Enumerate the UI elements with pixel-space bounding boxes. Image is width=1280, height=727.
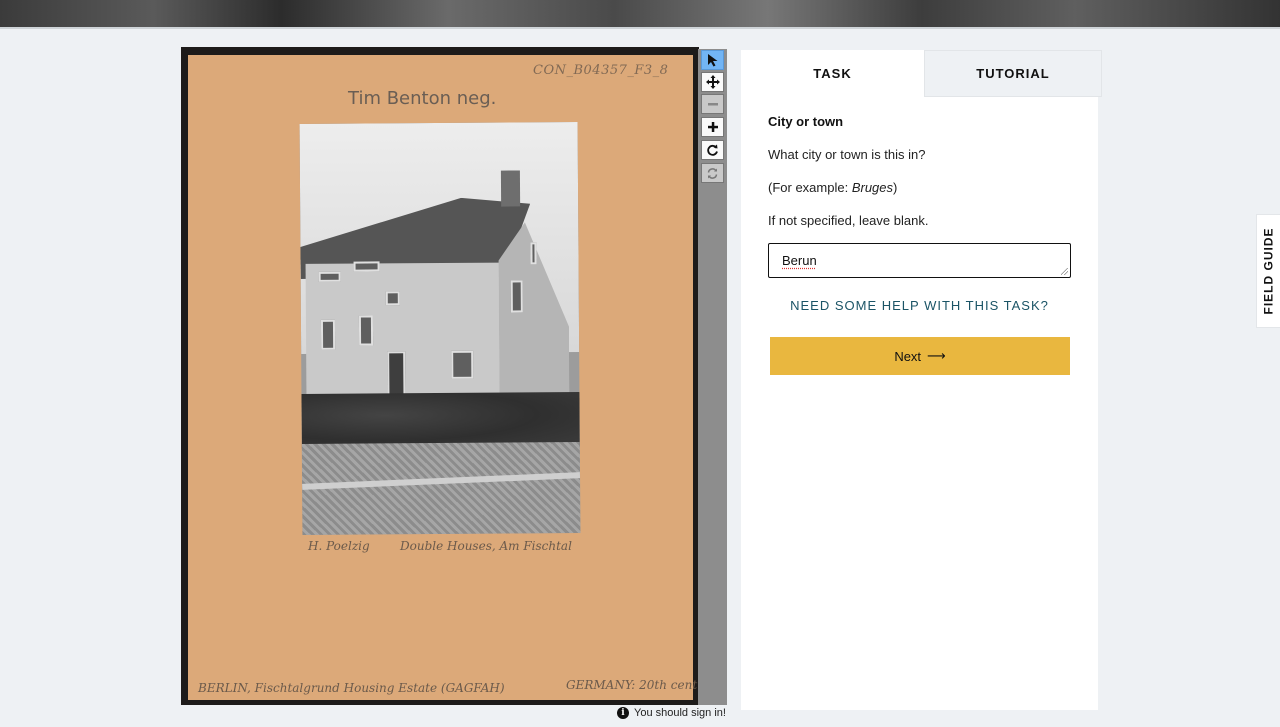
top-banner <box>0 0 1280 29</box>
info-icon: i <box>617 707 629 719</box>
example-prefix: (For example: <box>768 180 852 195</box>
subject-image[interactable]: CON_B04357_F3_8 Tim Benton neg. H. Poelz… <box>188 55 717 700</box>
zoom-in-button[interactable] <box>701 117 724 137</box>
catalog-number: CON_B04357_F3_8 <box>533 63 669 78</box>
field-guide-label: FIELD GUIDE <box>1261 227 1276 315</box>
tab-task[interactable]: TASK <box>741 50 924 97</box>
task-example: (For example: Bruges) <box>768 180 897 195</box>
caption-subject: Double Houses, Am Fischtal <box>400 539 572 553</box>
subject-viewer[interactable]: CON_B04357_F3_8 Tim Benton neg. H. Poelz… <box>181 47 717 705</box>
task-title: City or town <box>768 114 844 129</box>
signin-text: You should sign in! <box>634 707 726 719</box>
zoom-out-button[interactable] <box>701 94 724 114</box>
task-tabs: TASK TUTORIAL <box>741 50 1102 97</box>
next-label: Next <box>894 348 922 364</box>
caption-location: BERLIN, Fischtalgrund Housing Estate (GA… <box>198 681 505 695</box>
move-icon <box>705 75 720 89</box>
city-answer-field[interactable]: Berun <box>768 243 1071 278</box>
pan-tool-button[interactable] <box>701 72 724 92</box>
minus-icon <box>707 103 718 106</box>
help-link[interactable]: NEED SOME HELP WITH THIS TASK? <box>741 298 1098 313</box>
tab-tutorial[interactable]: TUTORIAL <box>924 50 1102 97</box>
field-guide-tab[interactable]: FIELD GUIDE <box>1256 214 1280 328</box>
signin-notice: i You should sign in! <box>617 707 726 719</box>
photographer-label: Tim Benton neg. <box>348 88 497 109</box>
next-button[interactable]: Next ⟶ <box>770 337 1070 375</box>
task-question: What city or town is this in? <box>768 147 926 162</box>
reset-icon <box>707 167 718 179</box>
example-suffix: ) <box>893 180 898 195</box>
arrow-right-icon: ⟶ <box>927 348 946 363</box>
rotate-button[interactable] <box>701 140 724 160</box>
plus-icon <box>707 122 718 132</box>
task-panel: TASK TUTORIAL City or town What city or … <box>741 50 1102 710</box>
answer-value: Berun <box>782 253 817 268</box>
example-value: Bruges <box>851 180 894 195</box>
reset-button[interactable] <box>701 163 724 183</box>
house-photograph <box>299 122 581 535</box>
caption-architect: H. Poelzig <box>308 539 370 553</box>
viewer-toolbar <box>698 49 727 705</box>
resize-grip-icon[interactable] <box>1061 268 1068 275</box>
caption-country: GERMANY: 20th century <box>566 678 718 692</box>
cursor-icon <box>707 54 717 67</box>
task-instruction: If not specified, leave blank. <box>768 213 929 228</box>
pointer-tool-button[interactable] <box>701 50 724 70</box>
rotate-icon <box>707 144 718 156</box>
